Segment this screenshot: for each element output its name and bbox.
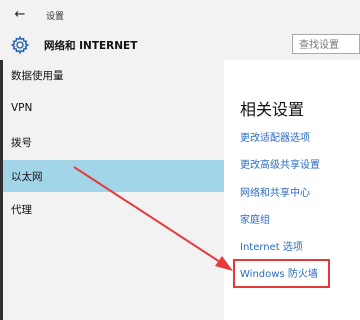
sidebar-item-label: 拨号 [11, 137, 32, 149]
sidebar-item-vpn[interactable]: VPN [0, 94, 224, 124]
window-edge [0, 60, 3, 320]
section-title: 相关设置 [240, 100, 305, 119]
window-title: 设置 [46, 12, 65, 22]
annotation-highlight-box [233, 259, 330, 288]
sidebar-item-data-usage[interactable]: 数据使用量 [0, 60, 224, 90]
page-title: 网络和 INTERNET [44, 40, 138, 52]
sidebar-item-label: VPN [11, 102, 33, 114]
sidebar: 数据使用量 VPN 拨号 以太网 代理 [0, 60, 224, 320]
link-change-adapter-options[interactable]: 更改适配器选项 [240, 129, 310, 144]
search-input[interactable] [292, 34, 360, 54]
link-advanced-sharing[interactable]: 更改高级共享设置 [240, 156, 320, 171]
sidebar-item-label: 以太网 [11, 171, 43, 183]
sidebar-item-label: 代理 [11, 204, 32, 216]
sidebar-item-proxy[interactable]: 代理 [0, 194, 224, 224]
sidebar-item-label: 数据使用量 [11, 70, 64, 82]
page-header: 网络和 INTERNET [0, 30, 360, 60]
link-internet-options[interactable]: Internet 选项 [240, 238, 303, 253]
sidebar-item-ethernet[interactable]: 以太网 [0, 160, 224, 192]
title-bar: ← 设置 [0, 0, 360, 30]
settings-window: ← 设置 网络和 INTERNET 数据使用量 VPN 拨号 以太网 代理 [0, 0, 360, 320]
sidebar-item-dialup[interactable]: 拨号 [0, 127, 224, 157]
gear-icon [10, 35, 30, 55]
link-homegroup[interactable]: 家庭组 [240, 211, 270, 226]
link-network-sharing-center[interactable]: 网络和共享中心 [240, 184, 310, 199]
back-arrow-icon[interactable]: ← [12, 8, 28, 22]
